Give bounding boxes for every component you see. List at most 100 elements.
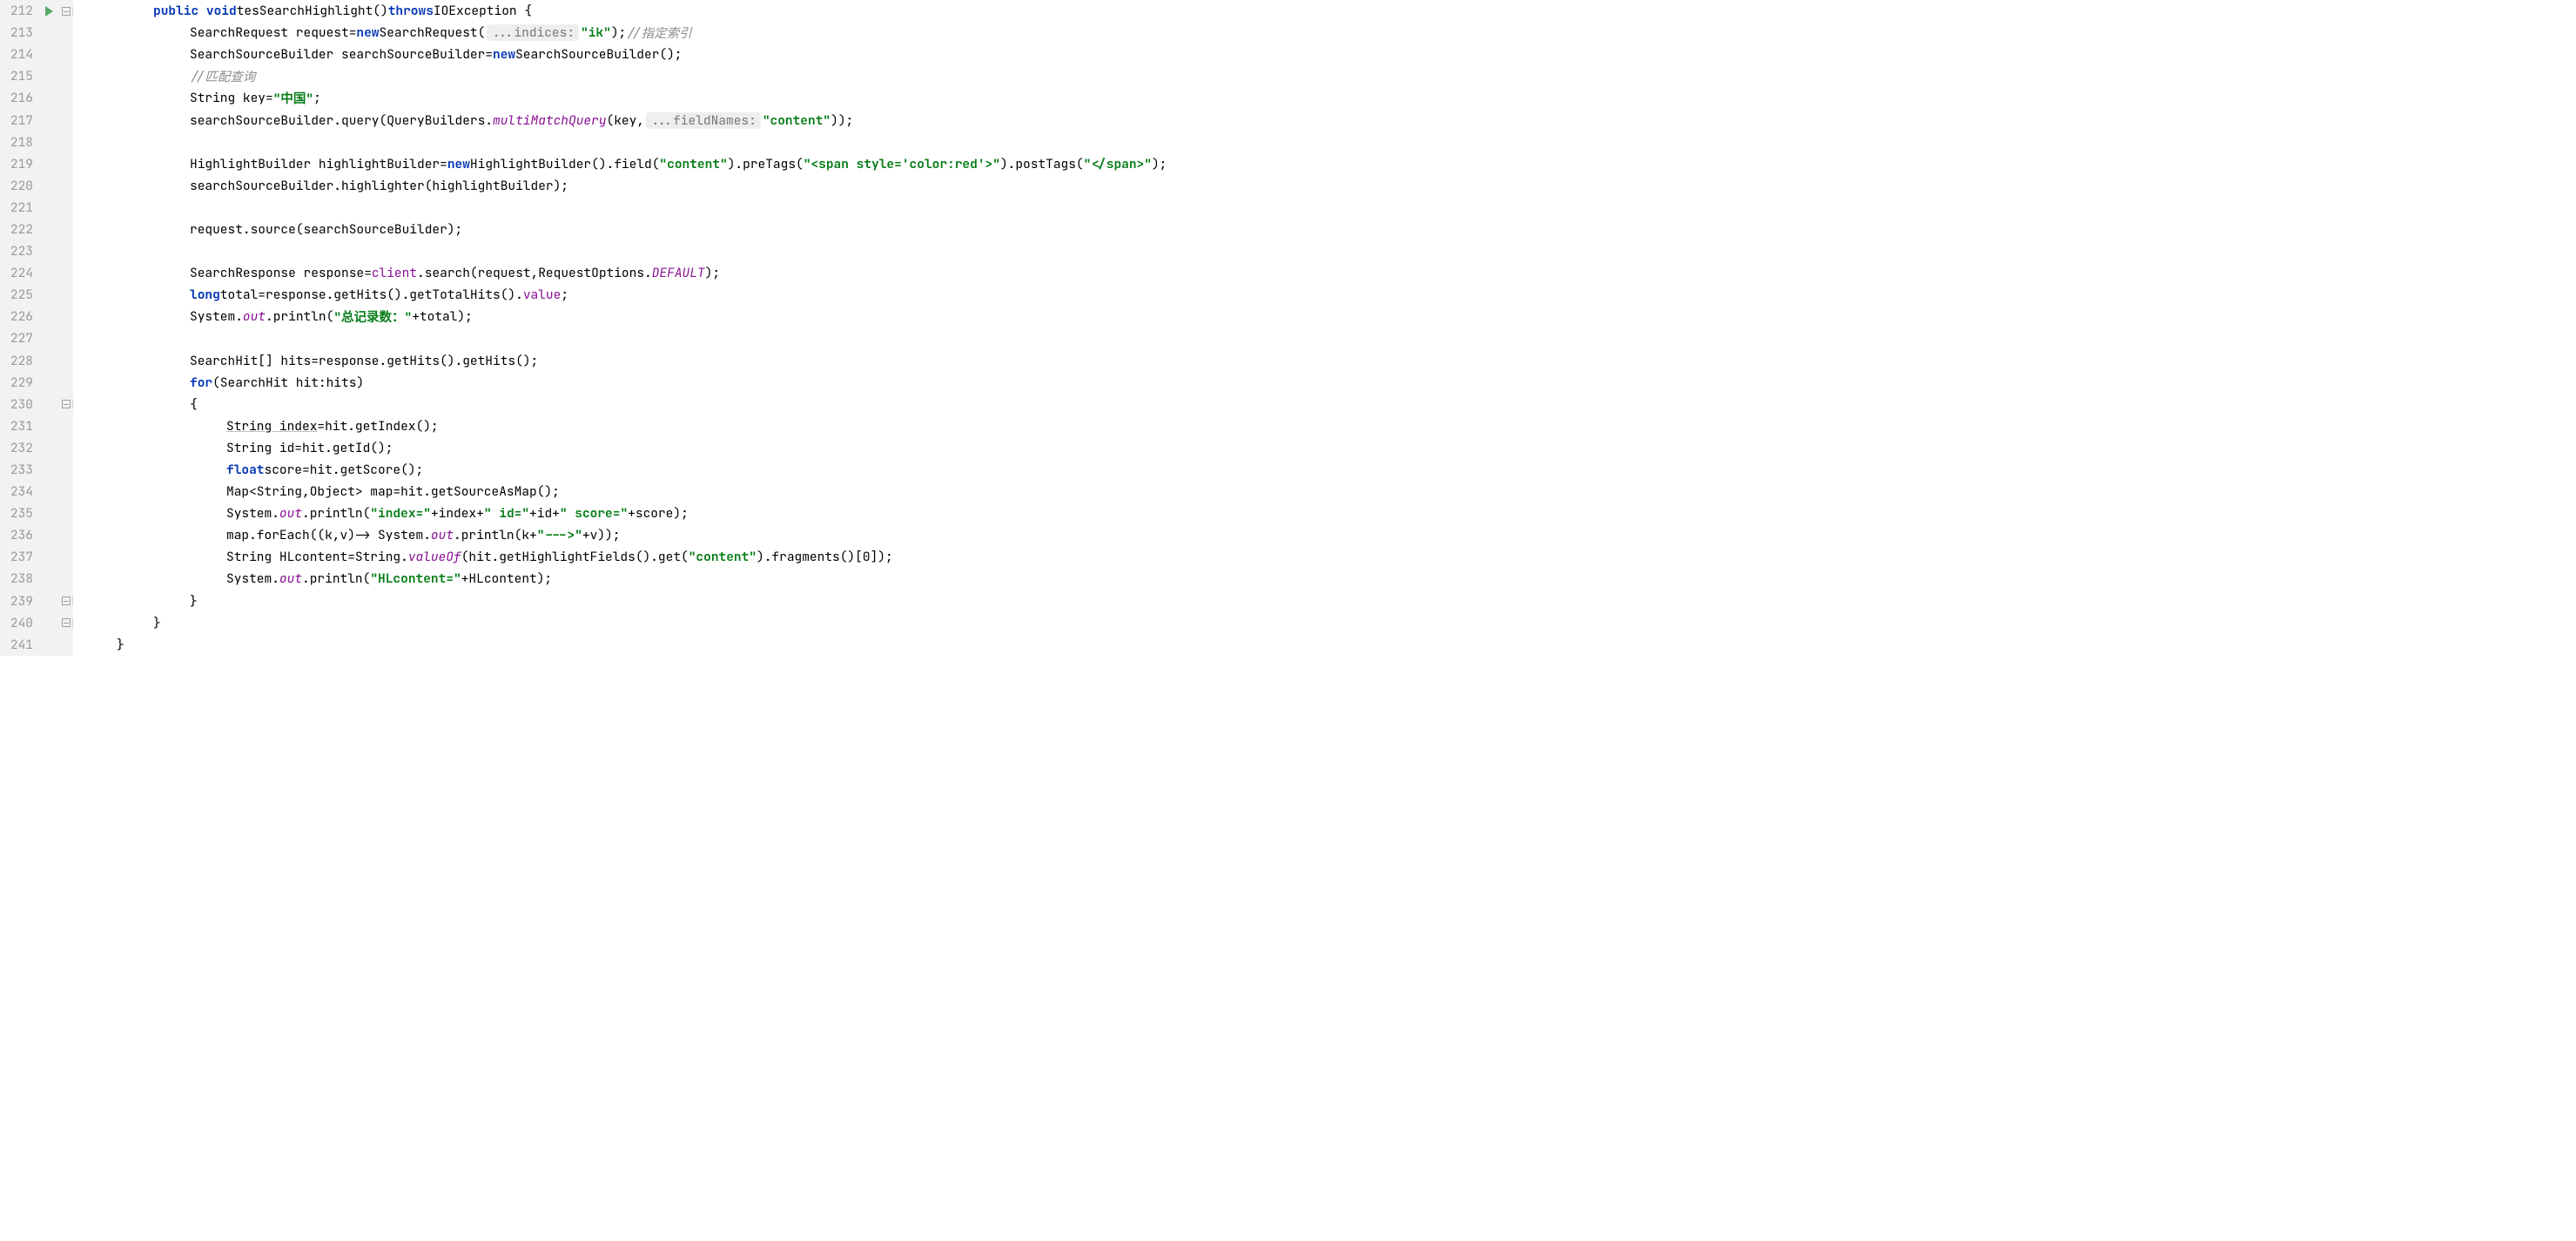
code-line[interactable]: for (SearchHit hit:hits)	[80, 372, 2576, 394]
code-token: System.	[226, 505, 279, 522]
fold-end-icon[interactable]	[62, 597, 71, 605]
code-line[interactable]: String key="中国";	[80, 87, 2576, 109]
line-number: 234	[0, 483, 38, 500]
fold-start-icon[interactable]	[62, 7, 71, 16]
code-line[interactable]: {	[80, 394, 2576, 415]
gutter-row: 236	[0, 524, 73, 546]
code-token: +total);	[412, 308, 473, 325]
fold-column[interactable]	[59, 7, 73, 16]
code-token: ]);	[871, 549, 893, 565]
code-token: long	[190, 287, 220, 303]
code-line[interactable]: request.source(searchSourceBuilder);	[80, 219, 2576, 240]
code-token: tesSearchHighlight()	[237, 3, 388, 19]
code-line[interactable]: }	[80, 590, 2576, 612]
line-number: 236	[0, 527, 38, 543]
code-line[interactable]	[80, 327, 2576, 349]
code-token: ));	[831, 112, 853, 129]
code-token: score=hit.getScore();	[265, 462, 424, 478]
code-token: }	[117, 637, 124, 653]
code-line[interactable]: SearchHit[] hits=response.getHits().getH…	[80, 350, 2576, 372]
code-token: .println(	[266, 308, 333, 325]
line-number: 229	[0, 374, 38, 391]
code-line[interactable]: }	[80, 612, 2576, 634]
fold-start-icon[interactable]	[62, 400, 71, 408]
code-token: SearchSourceBuilder();	[515, 46, 682, 63]
code-token: //指定索引	[626, 24, 691, 42]
fold-column[interactable]	[59, 597, 73, 605]
code-line[interactable]: }	[80, 634, 2576, 656]
line-number: 218	[0, 134, 38, 151]
code-token: new	[356, 24, 379, 41]
code-line[interactable]: String id=hit.getId();	[80, 437, 2576, 459]
code-line[interactable]	[80, 197, 2576, 219]
run-icon[interactable]	[45, 6, 53, 17]
code-token: "中国"	[273, 89, 313, 107]
line-number: 217	[0, 112, 38, 129]
code-token: ).postTags(	[1000, 156, 1084, 172]
code-line[interactable]: HighlightBuilder highlightBuilder=new Hi…	[80, 153, 2576, 175]
gutter-icon-column	[38, 6, 59, 17]
gutter-row: 233	[0, 459, 73, 481]
code-line[interactable]: System.out.println("index="+index+" id="…	[80, 502, 2576, 524]
code-line[interactable]: public void tesSearchHighlight() throws …	[80, 0, 2576, 22]
code-token: ...fieldNames:	[646, 112, 761, 129]
line-number: 226	[0, 308, 38, 325]
fold-end-icon[interactable]	[62, 618, 71, 627]
code-line[interactable]: SearchSourceBuilder searchSourceBuilder=…	[80, 44, 2576, 65]
gutter-row: 222	[0, 219, 73, 240]
gutter-row: 235	[0, 502, 73, 524]
gutter-row: 241	[0, 634, 73, 656]
code-token: DEFAULT	[652, 265, 705, 281]
code-token: "总记录数："	[333, 307, 412, 326]
code-token: +HLcontent);	[461, 570, 552, 587]
code-token: out	[279, 505, 302, 522]
code-editor[interactable]: public void tesSearchHighlight() throws …	[73, 0, 2576, 656]
code-token: +index+	[431, 505, 484, 522]
code-line[interactable]: map.forEach((k,v)-> System.out.println(k…	[80, 524, 2576, 546]
fold-column[interactable]	[59, 400, 73, 408]
code-line[interactable]: String HLcontent=String.valueOf(hit.getH…	[80, 546, 2576, 568]
code-line[interactable]: System.out.println("总记录数："+total);	[80, 306, 2576, 327]
gutter-row: 238	[0, 568, 73, 590]
code-line[interactable]: searchSourceBuilder.highlighter(highligh…	[80, 175, 2576, 197]
code-token: +score);	[628, 505, 689, 522]
code-token: new	[447, 156, 470, 172]
line-number: 215	[0, 68, 38, 84]
code-line[interactable]: System.out.println("HLcontent="+HLconten…	[80, 568, 2576, 590]
line-number: 238	[0, 570, 38, 587]
code-token: total=response.getHits().getTotalHits().	[220, 287, 523, 303]
gutter-row: 229	[0, 372, 73, 394]
code-token: value	[523, 287, 562, 303]
line-number: 231	[0, 418, 38, 435]
code-line[interactable]	[80, 240, 2576, 262]
gutter-row: 230	[0, 394, 73, 415]
code-token: }	[153, 615, 161, 631]
line-number: 230	[0, 396, 38, 413]
code-token: "HLcontent="	[370, 570, 461, 587]
code-token: client	[372, 265, 417, 281]
code-token: System.	[226, 570, 279, 587]
code-line[interactable]: long total=response.getHits().getTotalHi…	[80, 284, 2576, 306]
code-line[interactable]: //匹配查询	[80, 65, 2576, 87]
code-line[interactable]: SearchResponse response=client.search(re…	[80, 262, 2576, 284]
line-number: 228	[0, 353, 38, 369]
code-line[interactable]: searchSourceBuilder.query(QueryBuilders.…	[80, 109, 2576, 131]
code-token: String index	[226, 418, 317, 435]
code-token: request.source(searchSourceBuilder);	[190, 221, 462, 238]
code-token: SearchHit[] hits=response.getHits().getH…	[190, 353, 538, 369]
gutter-row: 219	[0, 153, 73, 175]
code-line[interactable]: String index=hit.getIndex();	[80, 415, 2576, 437]
fold-column[interactable]	[59, 618, 73, 627]
code-line[interactable]: Map<String,Object> map=hit.getSourceAsMa…	[80, 481, 2576, 502]
line-number: 223	[0, 243, 38, 260]
line-number: 233	[0, 462, 38, 478]
code-token: =hit.getIndex();	[317, 418, 438, 435]
code-line[interactable]	[80, 132, 2576, 153]
line-number: 237	[0, 549, 38, 565]
code-line[interactable]: SearchRequest request=new SearchRequest(…	[80, 22, 2576, 44]
gutter-row: 232	[0, 437, 73, 459]
code-token: out	[431, 527, 454, 543]
code-line[interactable]: float score=hit.getScore();	[80, 459, 2576, 481]
gutter-row: 213	[0, 22, 73, 44]
line-number: 221	[0, 199, 38, 216]
